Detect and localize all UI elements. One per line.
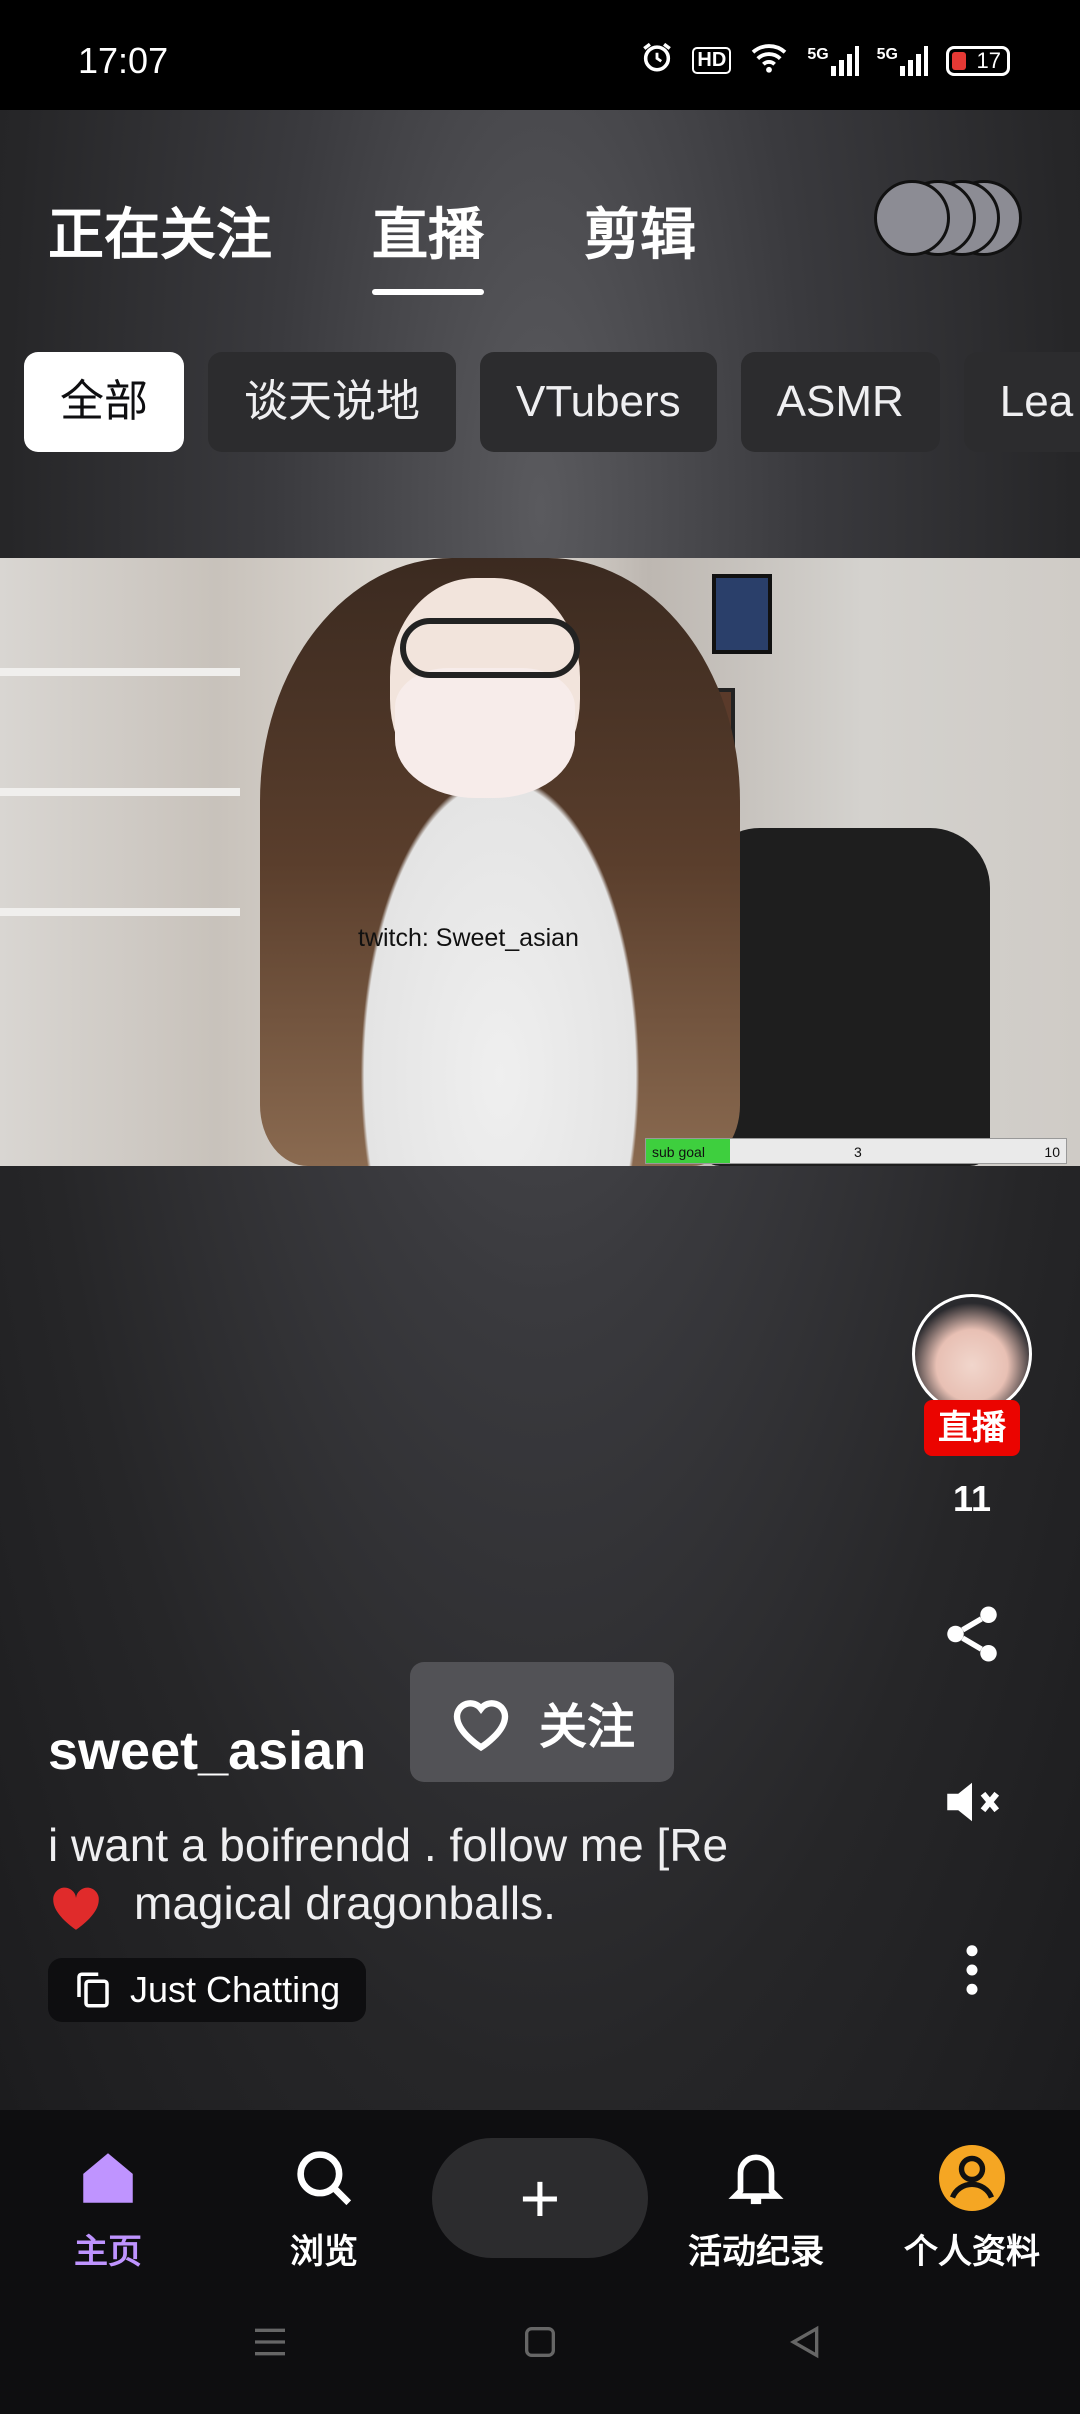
bottom-nav: 主页 浏览 + 活动纪录 个人资料 [0, 2110, 1080, 2290]
bell-icon [728, 2154, 784, 2205]
glasses [400, 618, 580, 678]
status-bar: 17:07 HD 5G 5G 17 [0, 0, 1080, 110]
battery-icon: 17 [946, 45, 1010, 76]
face-mask [395, 668, 575, 798]
chip-asmr[interactable]: ASMR [740, 352, 940, 452]
share-button[interactable] [932, 1594, 1012, 1674]
nav-home[interactable]: 主页 [0, 2140, 216, 2273]
more-options-button[interactable] [932, 1930, 1012, 2010]
followed-avatars-button[interactable] [874, 180, 1024, 260]
nav-profile-label: 个人资料 [904, 2233, 1040, 2271]
shelf [0, 788, 240, 796]
status-time: 17:07 [78, 40, 169, 81]
shelf [0, 668, 240, 676]
nav-browse-label: 浏览 [290, 2233, 358, 2271]
mute-button[interactable] [932, 1762, 1012, 1842]
signal-5g-icon-2: 5G [877, 45, 928, 76]
nav-home-label: 主页 [74, 2233, 142, 2271]
create-button[interactable]: + [432, 2138, 648, 2258]
tab-clips[interactable]: 剪辑 [584, 190, 696, 271]
nav-profile[interactable]: 个人资料 [864, 2140, 1080, 2273]
chip-just-chatting[interactable]: 谈天说地 [208, 352, 456, 452]
tab-following[interactable]: 正在关注 [48, 190, 272, 271]
sub-goal-bar: sub goal 3 10 [645, 1138, 1067, 1164]
home-square-icon[interactable] [520, 2322, 560, 2367]
wifi-icon [749, 41, 789, 80]
avatar [874, 180, 950, 256]
search-icon [297, 2151, 352, 2206]
share-icon [947, 1606, 997, 1662]
alarm-icon [640, 40, 674, 81]
chip-lea[interactable]: Lea [963, 352, 1080, 452]
stream-title-text: magical dragonballs. [134, 1877, 556, 1929]
tab-live[interactable]: 直播 [372, 190, 484, 295]
follow-label: 关注 [538, 1701, 635, 1754]
chip-vtubers[interactable]: VTubers [480, 352, 717, 452]
follow-button[interactable]: 关注 [410, 1662, 674, 1782]
signal-5g-icon-1: 5G [807, 45, 859, 76]
viewer-count: 11 [952, 1478, 992, 1519]
status-icons: HD 5G 5G 17 [640, 40, 1010, 81]
copy-icon [77, 1972, 109, 2008]
video-overlay-text: twitch: Sweet_asian [358, 924, 579, 952]
stream-title-line-2: magical dragonballs. [48, 1876, 848, 1932]
sub-goal-current: 3 [854, 1144, 862, 1160]
live-badge: 直播 [924, 1400, 1020, 1456]
shelf [0, 908, 240, 916]
nav-activity-label: 活动纪录 [688, 2233, 824, 2271]
back-icon[interactable] [785, 2322, 825, 2367]
category-tag[interactable]: Just Chatting [48, 1958, 367, 2022]
top-tabs: 正在关注 直播 剪辑 [48, 190, 696, 295]
nav-browse[interactable]: 浏览 [216, 2140, 432, 2273]
sub-goal-label: sub goal [652, 1144, 705, 1160]
category-label: Just Chatting [130, 1969, 341, 2010]
chip-all[interactable]: 全部 [24, 352, 184, 452]
hd-icon: HD [692, 47, 732, 74]
red-heart-icon [53, 1887, 99, 1930]
heart-icon [453, 1700, 509, 1752]
streamer-avatar[interactable] [912, 1294, 1032, 1414]
more-vertical-icon [966, 1945, 978, 1995]
muted-speaker-icon [947, 1782, 1000, 1822]
stream-video[interactable]: twitch: Sweet_asian sub goal 3 10 [0, 558, 1080, 1166]
profile-avatar-icon [939, 2145, 1005, 2211]
streamer-name[interactable]: sweet_asian [48, 1720, 366, 1782]
wall-poster [712, 574, 772, 654]
chair [700, 828, 990, 1166]
category-chips: 全部 谈天说地 VTubers ASMR Lea [24, 352, 1080, 452]
menu-icon[interactable] [250, 2322, 290, 2367]
nav-activity[interactable]: 活动纪录 [648, 2140, 864, 2273]
stream-title-line-1: i want a boifrendd . follow me [Re [48, 1819, 729, 1871]
system-nav-bar [0, 2290, 1080, 2414]
home-icon [83, 2153, 133, 2203]
sub-goal-max: 10 [1044, 1144, 1060, 1160]
